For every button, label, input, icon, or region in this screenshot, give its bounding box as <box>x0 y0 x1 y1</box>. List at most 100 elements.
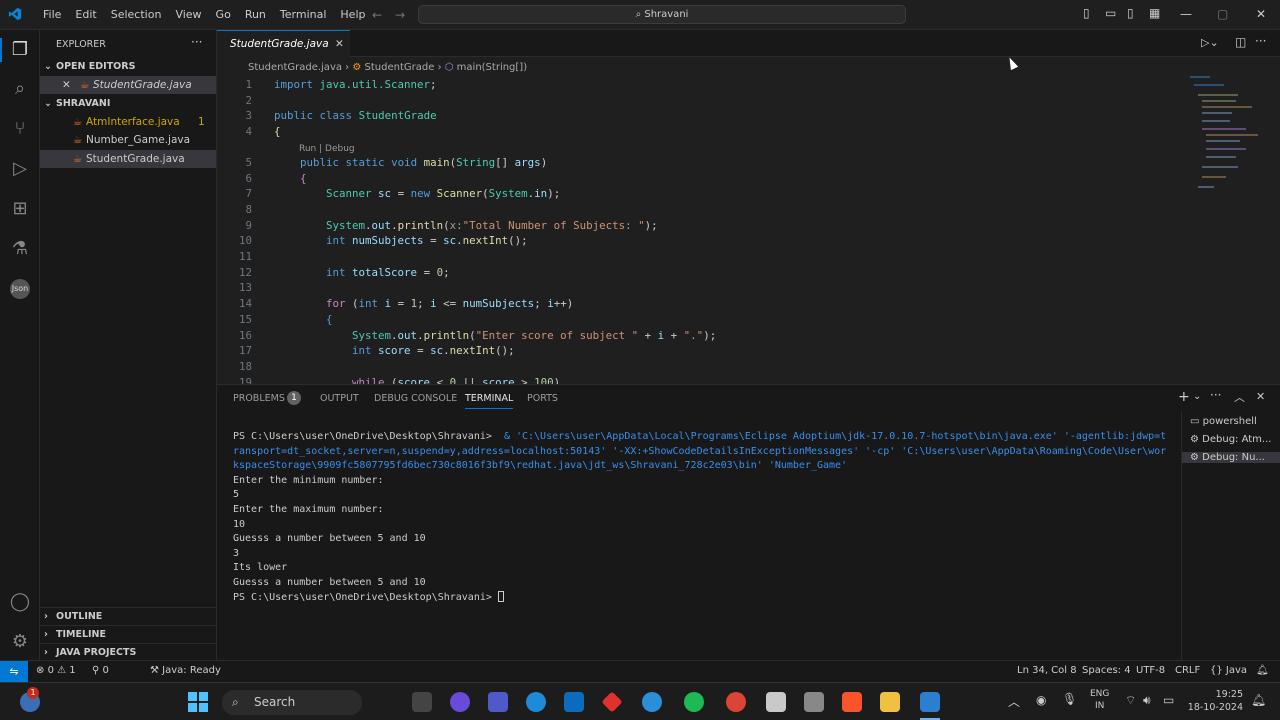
tab-problems[interactable]: PROBLEMS <box>233 393 285 404</box>
terminal-item-powershell[interactable]: ▭ powershell <box>1190 416 1257 427</box>
code-line[interactable]: import java.util.Scanner; <box>274 78 437 91</box>
mail-icon[interactable] <box>766 692 786 712</box>
extensions-icon[interactable]: ⊞ <box>8 197 32 221</box>
chevron-down-icon[interactable]: ⌄ <box>1193 391 1201 402</box>
run-icon[interactable]: ▷⌄ <box>1201 36 1219 49</box>
language-mode[interactable]: {} Java <box>1210 665 1247 676</box>
menu-go[interactable]: Go <box>209 8 238 21</box>
file-item-studentgrade[interactable]: ☕ StudentGrade.java <box>40 150 216 168</box>
app-icon[interactable] <box>601 691 623 713</box>
source-control-icon[interactable]: ⑂ <box>8 117 32 141</box>
code-editor[interactable]: 1 import java.util.Scanner; 2 3 public class… <box>217 76 1267 384</box>
toggle-secondary-sidebar-icon[interactable]: ▯ <box>1127 6 1134 20</box>
minimap[interactable] <box>1190 76 1266 196</box>
maximize-panel-icon[interactable]: ︿ <box>1234 389 1245 405</box>
testing-icon[interactable]: ⚗ <box>8 237 32 261</box>
line-ending[interactable]: CRLF <box>1175 665 1200 676</box>
tab-output[interactable]: OUTPUT <box>320 393 359 404</box>
code-line[interactable]: { <box>274 313 333 326</box>
menu-view[interactable]: View <box>168 8 208 21</box>
codelens-run-debug[interactable]: Run | Debug <box>299 144 355 154</box>
close-panel-icon[interactable]: ✕ <box>1256 390 1265 403</box>
accounts-icon[interactable]: ◯ <box>8 590 32 614</box>
menu-terminal[interactable]: Terminal <box>273 8 334 21</box>
split-editor-icon[interactable]: ◫ <box>1235 35 1246 49</box>
forward-arrow-icon[interactable]: → <box>395 8 405 22</box>
remote-icon[interactable]: ⇋ <box>0 661 28 683</box>
code-line[interactable]: int numSubjects = sc.nextInt(); <box>274 234 528 247</box>
folder-section[interactable]: ⌄ SHRAVANI <box>40 95 216 113</box>
breadcrumb-class[interactable]: StudentGrade <box>365 62 435 73</box>
chevron-up-icon[interactable]: ︿ <box>1008 693 1020 710</box>
close-icon[interactable]: ✕ <box>62 76 71 94</box>
notifications-bell-icon[interactable]: 🔔︎ <box>1251 693 1266 707</box>
search-icon[interactable]: ⌕ <box>8 77 32 101</box>
more-actions-icon[interactable]: ··· <box>1210 388 1221 402</box>
menu-run[interactable]: Run <box>238 8 273 21</box>
brave-icon[interactable] <box>842 692 862 712</box>
teams-icon[interactable] <box>488 692 508 712</box>
windows-start-icon[interactable] <box>188 692 208 712</box>
notifications-bell-icon[interactable]: 🔔︎ <box>1256 665 1269 676</box>
run-debug-icon[interactable]: ▷ <box>8 157 32 181</box>
file-explorer-icon[interactable] <box>880 692 900 712</box>
code-line[interactable]: System.out.println(x:"Total Number of Su… <box>274 219 658 232</box>
minimize-icon[interactable]: — <box>1180 7 1192 21</box>
store-icon[interactable] <box>564 692 584 712</box>
menu-selection[interactable]: Selection <box>104 8 169 21</box>
wifi-icon[interactable]: ⌔ <box>1125 693 1136 708</box>
code-line[interactable]: { <box>274 125 281 138</box>
code-line[interactable]: while (score < 0 || score > 100) <box>274 376 560 384</box>
code-line[interactable]: Scanner sc = new Scanner(System.in); <box>274 187 560 200</box>
toggle-sidebar-icon[interactable]: ▯ <box>1083 6 1090 20</box>
task-view-icon[interactable] <box>412 692 432 712</box>
breadcrumb-file[interactable]: StudentGrade.java <box>248 62 342 73</box>
app-icon[interactable] <box>642 692 662 712</box>
taskbar-search[interactable]: ⌕ Search <box>222 690 362 715</box>
settings-gear-icon[interactable]: ⚙ <box>8 630 32 654</box>
code-line[interactable]: System.out.println("Enter score of subje… <box>274 329 716 342</box>
customize-layout-icon[interactable]: ▦ <box>1149 6 1160 20</box>
close-window-icon[interactable]: ✕ <box>1256 7 1266 21</box>
file-item-number-game[interactable]: ☕ Number_Game.java <box>40 131 216 149</box>
tab-debug-console[interactable]: DEBUG CONSOLE <box>374 393 457 404</box>
timeline-section[interactable]: › TIMELINE <box>40 625 216 643</box>
tab-studentgrade[interactable]: StudentGrade.java ✕ <box>217 30 350 57</box>
battery-icon[interactable]: ▭ <box>1163 693 1174 707</box>
terminal-item-debug-number[interactable]: ⚙ Debug: Nu... <box>1182 452 1280 463</box>
menu-file[interactable]: File <box>36 8 68 21</box>
json-icon[interactable]: Json <box>8 277 32 301</box>
spotify-icon[interactable] <box>684 692 704 712</box>
menu-edit[interactable]: Edit <box>68 8 103 21</box>
tab-ports[interactable]: PORTS <box>527 393 558 404</box>
code-line[interactable]: { <box>274 172 307 185</box>
outline-section[interactable]: › OUTLINE <box>40 607 216 625</box>
indentation[interactable]: Spaces: 4 <box>1082 665 1131 676</box>
java-projects-section[interactable]: › JAVA PROJECTS <box>40 643 216 661</box>
code-line[interactable]: int totalScore = 0; <box>274 266 450 279</box>
more-actions-icon[interactable]: ··· <box>1255 34 1266 48</box>
edge-icon[interactable] <box>526 692 546 712</box>
volume-icon[interactable]: 🔊︎ <box>1143 693 1151 708</box>
command-center[interactable]: ⌕ Shravani <box>418 5 906 24</box>
back-arrow-icon[interactable]: ← <box>372 8 382 22</box>
more-actions-icon[interactable]: ··· <box>191 35 202 49</box>
vscode-icon[interactable] <box>920 692 940 712</box>
code-line[interactable]: for (int i = 1; i <= numSubjects; i++) <box>274 297 573 310</box>
code-line[interactable]: public class StudentGrade <box>274 109 437 122</box>
open-editors-section[interactable]: ⌄ OPEN EDITORS <box>40 58 216 76</box>
new-terminal-icon[interactable]: + <box>1178 389 1190 405</box>
chrome-icon[interactable] <box>726 692 746 712</box>
java-status[interactable]: ⚒ Java: Ready <box>150 665 221 676</box>
tab-terminal[interactable]: TERMINAL <box>465 393 514 409</box>
clock[interactable]: 19:25 18-10-2024 <box>1183 688 1243 714</box>
ports-status[interactable]: ⚲ 0 <box>92 665 109 676</box>
explorer-icon[interactable]: ❐ <box>8 38 32 62</box>
code-line[interactable]: public static void main(String[] args) <box>274 156 547 169</box>
close-icon[interactable]: ✕ <box>335 31 344 57</box>
toggle-panel-icon[interactable]: ▭ <box>1105 6 1116 20</box>
app-tray-icon[interactable]: ◉ <box>1036 693 1046 707</box>
encoding[interactable]: UTF-8 <box>1136 665 1165 676</box>
microphone-icon[interactable]: 🎙︎ <box>1062 692 1077 706</box>
cursor-position[interactable]: Ln 34, Col 8 <box>1017 665 1077 676</box>
